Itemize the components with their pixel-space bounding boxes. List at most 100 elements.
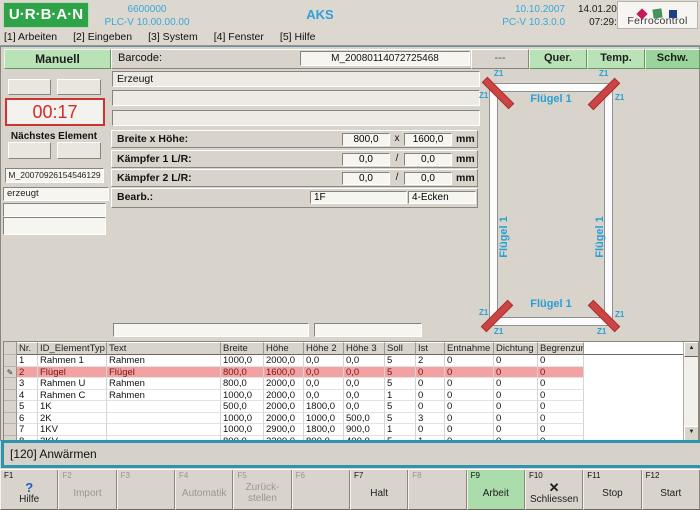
fkey-f7[interactable]: F7Halt (350, 470, 408, 510)
table-cell: 0 (494, 424, 538, 436)
table-cell: 1 (385, 424, 416, 436)
table-cell: 2000,0 (264, 355, 304, 367)
fluegel-bottom-label: Flügel 1 (489, 298, 613, 310)
dim-label: Breite x Höhe: (117, 133, 188, 145)
table-filler (584, 413, 698, 425)
menu-item[interactable]: [1] Arbeiten (4, 31, 57, 43)
table-cell: 0 (416, 378, 445, 390)
row-selector[interactable] (4, 378, 17, 390)
table-cell: 0 (416, 390, 445, 402)
frame-opening (497, 91, 605, 318)
row-selector[interactable] (4, 401, 17, 413)
next-element-label: Nächstes Element (1, 131, 107, 142)
barcode-label: Barcode: (118, 52, 162, 64)
table-row[interactable]: ✎2FlügelFlügel800,01600,00,00,050000 (4, 367, 698, 379)
table-filler (584, 424, 698, 436)
elements-table: Nr.ID_ElementTypTextBreiteHöheHöhe 2Höhe… (3, 341, 699, 442)
column-header: Dichtung (494, 342, 538, 355)
table-row[interactable]: 62K1000,02000,01000,0500,053000 (4, 413, 698, 425)
table-row[interactable]: 71KV1000,02900,01800,0900,010000 (4, 424, 698, 436)
zone-label: Z1 (599, 69, 608, 78)
table-cell: 3 (416, 413, 445, 425)
table-cell: 1800,0 (304, 424, 344, 436)
fkey-label: Zurück- stellen (246, 482, 280, 504)
left-field-3 (8, 142, 51, 159)
main-panel: Manuell Barcode: M_20080114072725468 ---… (0, 46, 700, 441)
table-cell: 0 (538, 367, 584, 379)
table-cell: Rahmen C (38, 390, 107, 402)
fkey-body (118, 478, 174, 508)
fkey-label: Halt (370, 488, 388, 499)
table-cell: 0 (445, 378, 494, 390)
mode-button[interactable]: Manuell (4, 49, 111, 69)
table-cell: 2000,0 (264, 401, 304, 413)
table-cell: 0 (445, 355, 494, 367)
fkey-f10[interactable]: F10✕Schliessen (525, 470, 583, 510)
fkey-f12[interactable]: F12Start (642, 470, 700, 510)
dim-unit: mm (456, 172, 475, 184)
column-header: Entnahme (445, 342, 494, 355)
table-row[interactable]: 4Rahmen CRahmen1000,02000,00,00,010000 (4, 390, 698, 402)
element-field-3 (112, 110, 480, 126)
fkey-f1[interactable]: F1?Hilfe (0, 470, 58, 510)
table-cell: 5 (385, 378, 416, 390)
ferrocontrol-logo: Ferrocontrol (617, 1, 698, 29)
fkey-f9[interactable]: F9Arbeit (467, 470, 525, 510)
table-cell: 1K (38, 401, 107, 413)
dim-label: Kämpfer 1 L/R: (117, 153, 192, 165)
row-selector[interactable] (4, 413, 17, 425)
dim-value-2: 1600,0 (404, 133, 452, 146)
table-cell: 4 (17, 390, 38, 402)
row-selector[interactable] (4, 355, 17, 367)
scroll-down-icon[interactable]: ▼ (684, 426, 699, 441)
table-cell (107, 413, 221, 425)
column-header: Höhe (264, 342, 304, 355)
menu-item[interactable]: [2] Eingeben (73, 31, 132, 43)
row-selector[interactable]: ✎ (4, 367, 17, 379)
row-selector[interactable] (4, 424, 17, 436)
table-cell: 5 (17, 401, 38, 413)
table-filler (584, 378, 698, 390)
fkey-body (293, 478, 349, 508)
menu-item[interactable]: [5] Hilfe (280, 31, 316, 43)
status-message: [120] Anwärmen (10, 447, 97, 461)
middle-bottom-field-1 (113, 323, 309, 337)
dim-label: Kämpfer 2 L/R: (117, 172, 192, 184)
fluegel-left-label: Flügel 1 (498, 177, 510, 297)
table-cell: 0 (538, 355, 584, 367)
fkey-f11[interactable]: F11Stop (583, 470, 641, 510)
next-element-barcode: M_20070926154546129 (5, 168, 104, 183)
table-row[interactable]: 1Rahmen 1Rahmen1000,02000,00,00,052000 (4, 355, 698, 367)
table-cell: 0 (494, 401, 538, 413)
scroll-up-icon[interactable]: ▲ (684, 342, 699, 357)
table-cell: Flügel (38, 367, 107, 379)
menu-item[interactable]: [4] Fenster (214, 31, 264, 43)
menu-item[interactable]: [3] System (148, 31, 198, 43)
table-cell: 1800,0 (304, 401, 344, 413)
dim-value-1: 0,0 (342, 153, 390, 166)
barcode-input[interactable]: M_20080114072725468 (300, 51, 470, 66)
table-cell: 1000,0 (304, 413, 344, 425)
table-row[interactable]: 3Rahmen URahmen800,02000,00,00,050000 (4, 378, 698, 390)
table-scrollbar[interactable]: ▲ ▼ (683, 342, 698, 441)
table-cell: 0,0 (344, 401, 385, 413)
table-cell: 1 (17, 355, 38, 367)
column-header: Ist (416, 342, 445, 355)
table-cell: 2000,0 (264, 390, 304, 402)
row-selector[interactable] (4, 390, 17, 402)
help-icon: ? (25, 481, 33, 494)
menu-bar: [1] Arbeiten [2] Eingeben [3] System [4] Fe… (0, 30, 700, 46)
fkey-f6: F6 (292, 470, 350, 510)
machine-number: 6600000 (82, 3, 212, 16)
table-cell: 0 (445, 390, 494, 402)
fluegel-right-label: Flügel 1 (594, 177, 606, 297)
table-row[interactable]: 51K500,02000,01800,00,050000 (4, 401, 698, 413)
element-field-2 (112, 90, 480, 106)
function-key-bar: F1?HilfeF2ImportF3F4AutomatikF5Zurück- s… (0, 469, 700, 510)
zone-label: Z1 (494, 69, 503, 78)
next-element-status: erzeugt (3, 187, 109, 201)
table-cell: 2 (17, 367, 38, 379)
table-cell: 0 (494, 413, 538, 425)
barcode-panel: Barcode: M_20080114072725468 (111, 49, 473, 69)
fkey-body: Automatik (176, 478, 232, 508)
